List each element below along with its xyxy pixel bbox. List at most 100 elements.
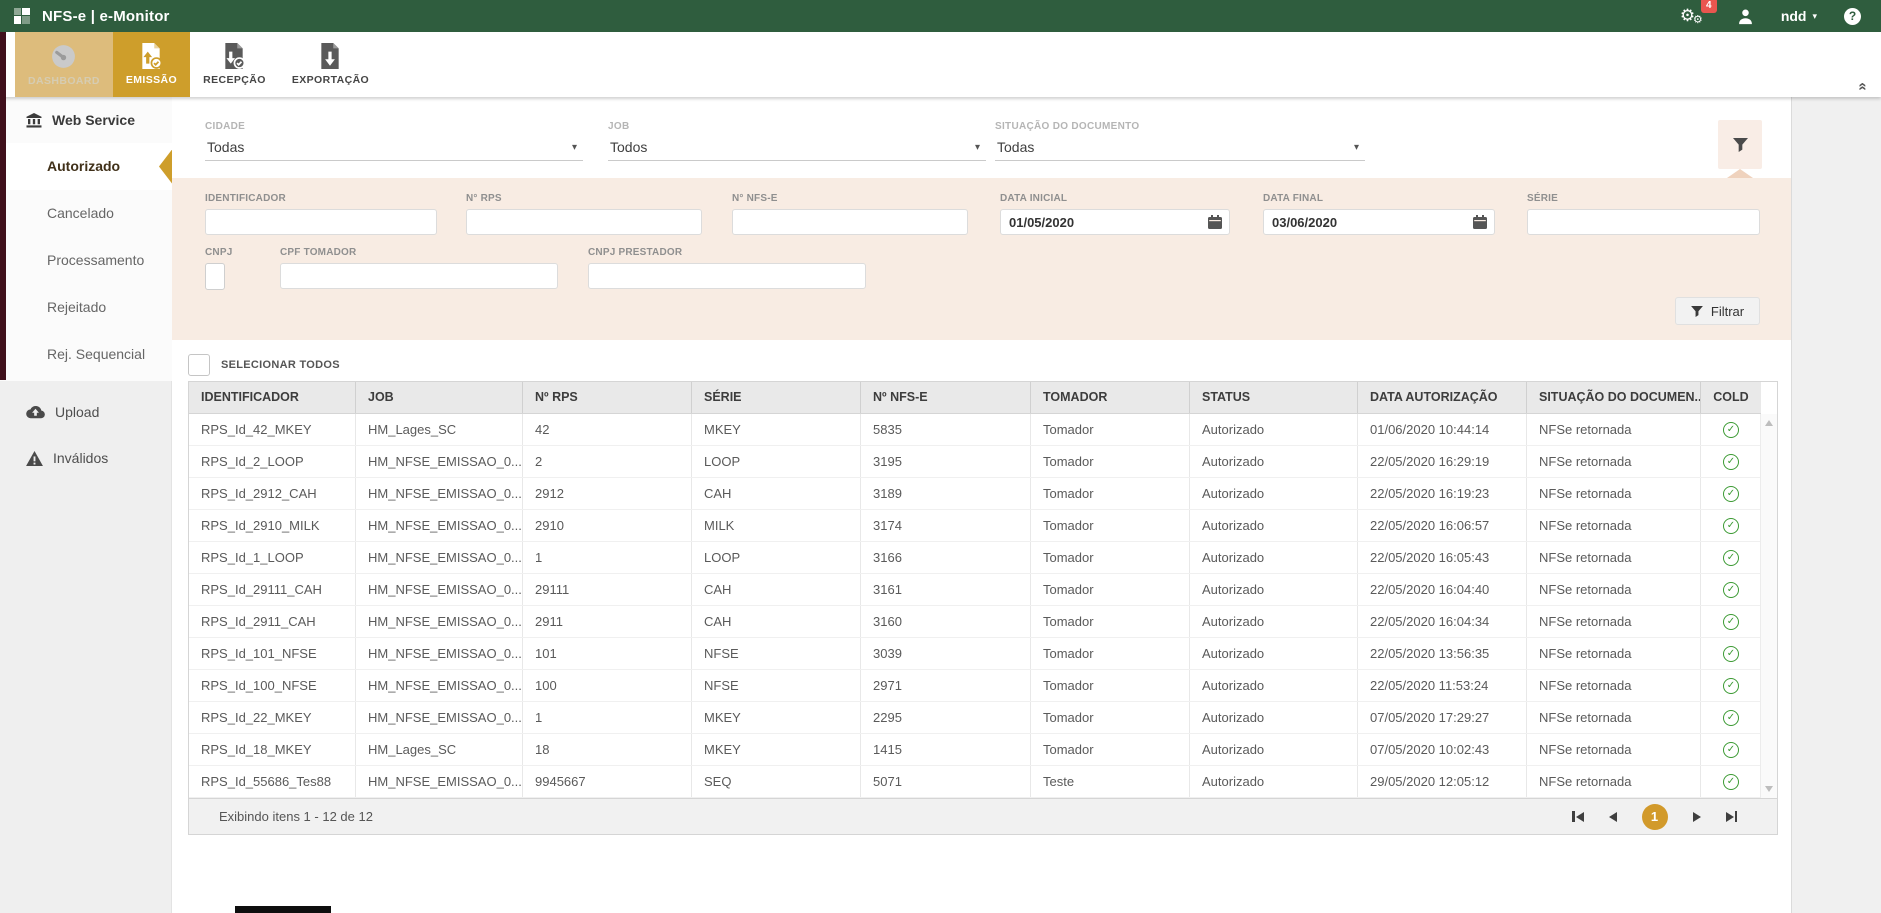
n-nfse-input[interactable] [732, 209, 968, 235]
pagination: 1 [1572, 804, 1737, 830]
next-page-button[interactable] [1693, 812, 1701, 822]
sidebar-item-processamento[interactable]: Processamento [0, 237, 172, 284]
collapse-toolbar-icon[interactable]: « [1855, 82, 1870, 90]
scroll-up-icon[interactable] [1765, 420, 1773, 426]
notification-badge: 4 [1701, 0, 1717, 13]
data-final-input[interactable] [1263, 209, 1495, 235]
current-page-button[interactable]: 1 [1642, 804, 1668, 830]
cell-identificador: RPS_Id_100_NFSE [189, 670, 356, 701]
cell-serie: MKEY [692, 734, 861, 765]
cell-serie: CAH [692, 574, 861, 605]
table-row[interactable]: RPS_Id_2910_MILKHM_NFSE_EMISSAO_0...2910… [189, 510, 1761, 542]
serie-input[interactable] [1527, 209, 1760, 235]
sidebar-item-label: Web Service [52, 112, 135, 128]
toolbar: DASHBOARD EMISSÃO RECEPÇÃO [0, 32, 1881, 97]
cell-cold: ✓ [1701, 574, 1761, 605]
table-row[interactable]: RPS_Id_2911_CAHHM_NFSE_EMISSAO_0...2911C… [189, 606, 1761, 638]
cnpj-prestador-label: CNPJ PRESTADOR [588, 247, 866, 258]
cell-rps: 2 [523, 446, 692, 477]
col-cold[interactable]: COLD [1701, 382, 1761, 413]
table-row[interactable]: RPS_Id_1_LOOPHM_NFSE_EMISSAO_0...1LOOP31… [189, 542, 1761, 574]
cell-tomador: Tomador [1031, 446, 1190, 477]
table-row[interactable]: RPS_Id_55686_Tes88HM_NFSE_EMISSAO_0...99… [189, 766, 1761, 798]
tab-emissao[interactable]: EMISSÃO [113, 32, 190, 97]
n-rps-input[interactable] [466, 209, 702, 235]
cnpj-prestador-input[interactable] [588, 263, 866, 289]
sidebar-item-upload[interactable]: Upload [0, 389, 172, 435]
chevron-down-icon: ▾ [1354, 142, 1359, 153]
help-icon[interactable]: ? [1844, 8, 1861, 25]
table-row[interactable]: RPS_Id_42_MKEYHM_Lages_SC42MKEY5835Tomad… [189, 414, 1761, 446]
cell-job: HM_NFSE_EMISSAO_0... [356, 702, 523, 733]
col-tomador[interactable]: TOMADOR [1031, 382, 1190, 413]
col-serie[interactable]: SÉRIE [692, 382, 861, 413]
tab-label: DASHBOARD [28, 75, 100, 87]
cell-data-autorizacao: 22/05/2020 13:56:35 [1358, 638, 1527, 669]
tab-dashboard[interactable]: DASHBOARD [15, 32, 113, 97]
cell-serie: NFSE [692, 670, 861, 701]
table-row[interactable]: RPS_Id_22_MKEYHM_NFSE_EMISSAO_0...1MKEY2… [189, 702, 1761, 734]
col-n-rps[interactable]: Nº RPS [523, 382, 692, 413]
cell-identificador: RPS_Id_2911_CAH [189, 606, 356, 637]
table-row[interactable]: RPS_Id_100_NFSEHM_NFSE_EMISSAO_0...100NF… [189, 670, 1761, 702]
sidebar-item-web-service[interactable]: Web Service [0, 97, 172, 143]
sidebar-item-invalidos[interactable]: Inválidos [0, 435, 172, 481]
cell-situacao: NFSe retornada [1527, 606, 1701, 637]
situacao-documento-select[interactable]: SITUAÇÃO DO DOCUMENTO Todas ▾ [995, 121, 1365, 161]
cell-identificador: RPS_Id_2910_MILK [189, 510, 356, 541]
col-status[interactable]: STATUS [1190, 382, 1358, 413]
n-nfse-label: N° NFS-E [732, 193, 968, 204]
first-page-button[interactable] [1572, 811, 1584, 822]
cidade-value: Todas [207, 139, 244, 155]
table-row[interactable]: RPS_Id_2_LOOPHM_NFSE_EMISSAO_0...2LOOP31… [189, 446, 1761, 478]
sidebar-item-cancelado[interactable]: Cancelado [0, 190, 172, 237]
col-job[interactable]: JOB [356, 382, 523, 413]
col-data-autorizacao[interactable]: DATA AUTORIZAÇÃO [1358, 382, 1527, 413]
filtrar-button[interactable]: Filtrar [1675, 297, 1760, 325]
col-situacao-documento[interactable]: SITUAÇÃO DO DOCUMEN... [1527, 382, 1701, 413]
sidebar-item-rejeitado[interactable]: Rejeitado [0, 284, 172, 331]
identificador-input[interactable] [205, 209, 437, 235]
table-row[interactable]: RPS_Id_29111_CAHHM_NFSE_EMISSAO_0...2911… [189, 574, 1761, 606]
cell-identificador: RPS_Id_29111_CAH [189, 574, 356, 605]
cell-identificador: RPS_Id_55686_Tes88 [189, 766, 356, 797]
cell-job: HM_NFSE_EMISSAO_0... [356, 606, 523, 637]
table-row[interactable]: RPS_Id_2912_CAHHM_NFSE_EMISSAO_0...2912C… [189, 478, 1761, 510]
n-nfse-field: N° NFS-E [732, 193, 968, 235]
document-download-check-icon [222, 43, 246, 69]
tab-exportacao[interactable]: EXPORTAÇÃO [279, 32, 382, 97]
select-all-checkbox[interactable] [188, 354, 210, 376]
col-n-nfse[interactable]: Nº NFS-E [861, 382, 1031, 413]
cpf-tomador-input[interactable] [280, 263, 558, 289]
user-menu[interactable]: ndd ▾ [1781, 8, 1817, 24]
document-export-icon [318, 43, 342, 69]
tab-recepcao[interactable]: RECEPÇÃO [190, 32, 279, 97]
cell-job: HM_NFSE_EMISSAO_0... [356, 670, 523, 701]
table-scrollbar[interactable] [1760, 414, 1777, 798]
table-row[interactable]: RPS_Id_18_MKEYHM_Lages_SC18MKEY1415Tomad… [189, 734, 1761, 766]
cell-nfse: 5835 [861, 414, 1031, 445]
chevron-down-icon: ▾ [572, 142, 577, 153]
sidebar-item-rej-sequencial[interactable]: Rej. Sequencial [0, 331, 172, 378]
check-circle-icon: ✓ [1723, 710, 1739, 726]
topbar: NFS-e | e-Monitor ⚙ ⚙ 4 ndd ▾ ? [0, 0, 1881, 32]
last-page-button[interactable] [1726, 811, 1738, 822]
cpf-tomador-field: CPF TOMADOR [280, 247, 558, 289]
sidebar-item-autorizado[interactable]: Autorizado [0, 143, 172, 190]
cell-tomador: Tomador [1031, 734, 1190, 765]
cell-nfse: 1415 [861, 734, 1031, 765]
cnpj-checkbox[interactable] [205, 263, 225, 290]
filter-toggle-button[interactable] [1718, 120, 1762, 169]
settings-gears-icon[interactable]: ⚙ ⚙ 4 [1680, 5, 1710, 27]
cell-rps: 2911 [523, 606, 692, 637]
previous-page-button[interactable] [1609, 812, 1617, 822]
table-row[interactable]: RPS_Id_101_NFSEHM_NFSE_EMISSAO_0...101NF… [189, 638, 1761, 670]
table-body: RPS_Id_42_MKEYHM_Lages_SC42MKEY5835Tomad… [189, 414, 1777, 798]
user-icon[interactable] [1737, 8, 1754, 25]
data-inicial-input[interactable] [1000, 209, 1230, 235]
job-select[interactable]: JOB Todos ▾ [608, 121, 986, 161]
scroll-down-icon[interactable] [1765, 786, 1773, 792]
cidade-select[interactable]: CIDADE Todas ▾ [205, 121, 583, 161]
col-identificador[interactable]: IDENTIFICADOR [189, 382, 356, 413]
cnpj-field: CNPJ [205, 247, 265, 290]
